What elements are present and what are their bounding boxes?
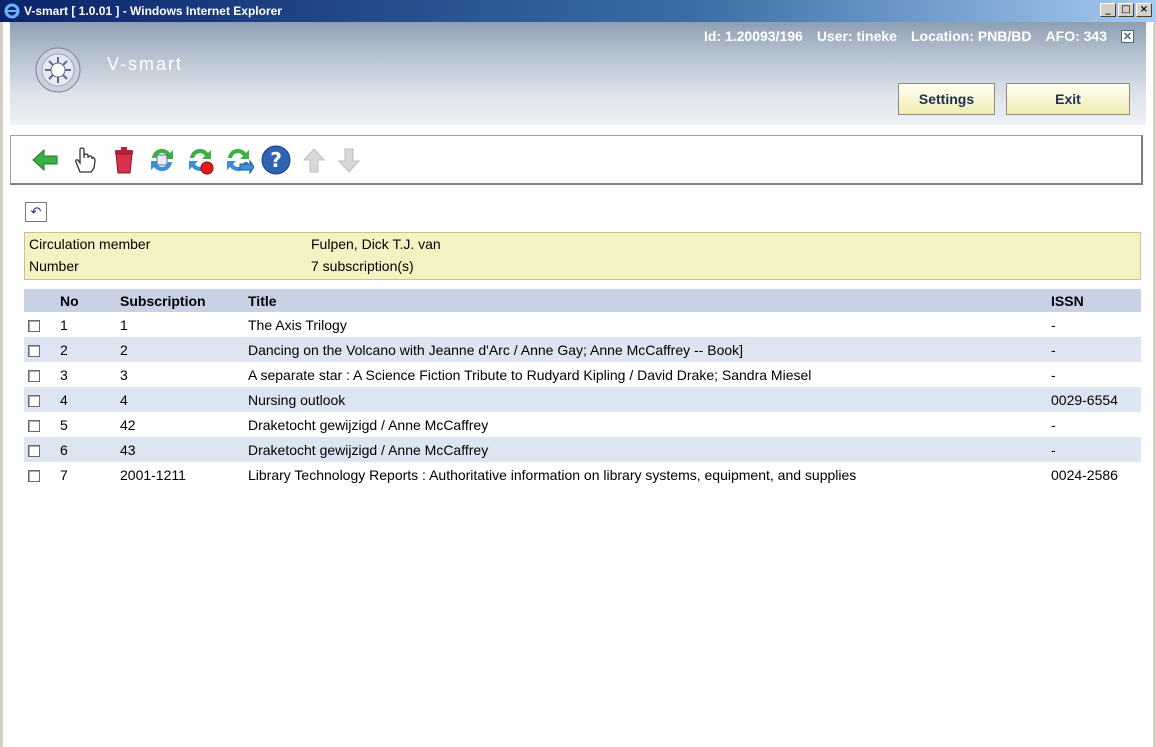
row-checkbox[interactable] bbox=[28, 344, 40, 357]
vsmart-logo-icon bbox=[35, 47, 81, 93]
close-afo-icon[interactable]: ✕ bbox=[1121, 29, 1134, 43]
app-header: V-smart Id: 1.20093/196 User: tineke Loc… bbox=[10, 22, 1146, 125]
user-name: User: tineke bbox=[816, 28, 897, 44]
table-row[interactable]: 5 42 Draketocht gewijzigd / Anne McCaffr… bbox=[24, 412, 1141, 437]
cell-title: The Axis Trilogy bbox=[248, 316, 347, 333]
minimize-button[interactable]: _ bbox=[1100, 3, 1116, 17]
ie-logo-icon bbox=[4, 3, 20, 19]
table-row[interactable]: 2 2 Dancing on the Volcano with Jeanne d… bbox=[24, 337, 1141, 362]
table-row[interactable]: 1 1 The Axis Trilogy - bbox=[24, 312, 1141, 337]
maximize-button[interactable]: □ bbox=[1118, 3, 1134, 17]
exit-button[interactable]: Exit bbox=[1006, 83, 1130, 115]
cell-subscription: 2001-1211 bbox=[120, 466, 186, 483]
select-hand-icon[interactable] bbox=[68, 144, 100, 176]
settings-button[interactable]: Settings bbox=[898, 83, 995, 115]
cell-title: A separate star : A Science Fiction Trib… bbox=[248, 366, 812, 383]
record-id: Id: 1.20093/196 bbox=[703, 28, 803, 44]
cell-no: 7 bbox=[60, 466, 68, 483]
header-no[interactable]: No bbox=[56, 289, 116, 312]
cell-issn: - bbox=[1051, 366, 1056, 383]
delete-bin-icon[interactable] bbox=[108, 144, 140, 176]
cell-no: 6 bbox=[56, 437, 116, 462]
help-icon[interactable]: ? bbox=[260, 144, 292, 176]
header-select bbox=[24, 289, 56, 312]
location: Location: PNB/BD bbox=[910, 28, 1032, 44]
member-label: Circulation member bbox=[29, 236, 151, 252]
back-arrow-icon[interactable] bbox=[29, 144, 61, 176]
svg-text:?: ? bbox=[270, 148, 282, 172]
row-checkbox[interactable] bbox=[28, 369, 40, 382]
cell-subscription: 42 bbox=[120, 416, 136, 433]
refresh-out-icon[interactable] bbox=[222, 144, 255, 176]
cell-title: Draketocht gewijzigd / Anne McCaffrey bbox=[244, 437, 1047, 462]
cell-no: 3 bbox=[60, 366, 68, 383]
close-window-button[interactable]: × bbox=[1136, 3, 1152, 17]
table-row[interactable]: 4 4 Nursing outlook 0029-6554 bbox=[24, 387, 1141, 412]
cell-subscription: 43 bbox=[116, 437, 244, 462]
cell-issn: - bbox=[1047, 437, 1141, 462]
cell-title: Draketocht gewijzigd / Anne McCaffrey bbox=[248, 416, 489, 433]
toolbar: ? bbox=[10, 135, 1143, 185]
refresh-in-icon[interactable] bbox=[146, 144, 178, 176]
refresh-stop-icon[interactable] bbox=[184, 144, 216, 176]
cell-issn: 0029-6554 bbox=[1047, 387, 1141, 412]
cell-subscription: 2 bbox=[116, 337, 244, 362]
cell-issn: - bbox=[1051, 316, 1056, 333]
brand-name: V-smart bbox=[107, 54, 184, 74]
table-header-row: No Subscription Title ISSN bbox=[24, 289, 1141, 312]
afo-number: AFO: 343 bbox=[1045, 28, 1107, 44]
undo-icon[interactable]: ↶ bbox=[25, 202, 47, 222]
cell-subscription: 3 bbox=[120, 366, 128, 383]
cell-issn: - bbox=[1051, 416, 1056, 433]
number-label: Number bbox=[29, 258, 79, 274]
arrow-down-icon[interactable] bbox=[333, 144, 365, 176]
cell-issn: 0024-2586 bbox=[1051, 466, 1118, 483]
arrow-up-icon[interactable] bbox=[298, 144, 330, 176]
table-row[interactable]: 6 43 Draketocht gewijzigd / Anne McCaffr… bbox=[24, 437, 1141, 462]
cell-no: 5 bbox=[60, 416, 68, 433]
cell-no: 1 bbox=[60, 316, 68, 333]
row-checkbox[interactable] bbox=[28, 394, 40, 407]
row-checkbox[interactable] bbox=[28, 444, 40, 457]
cell-title: Dancing on the Volcano with Jeanne d'Arc… bbox=[244, 337, 1047, 362]
session-info: Id: 1.20093/196 User: tineke Location: P… bbox=[704, 28, 1134, 44]
cell-subscription: 1 bbox=[120, 316, 128, 333]
cell-title: Library Technology Reports : Authoritati… bbox=[248, 466, 857, 483]
cell-title: Nursing outlook bbox=[244, 387, 1047, 412]
cell-subscription: 4 bbox=[116, 387, 244, 412]
cell-issn: - bbox=[1047, 337, 1141, 362]
table-row[interactable]: 7 2001-1211 Library Technology Reports :… bbox=[24, 462, 1141, 487]
member-info-panel: Circulation member Fulpen, Dick T.J. van… bbox=[24, 232, 1141, 280]
header-issn[interactable]: ISSN bbox=[1047, 289, 1141, 312]
header-title[interactable]: Title bbox=[244, 289, 1047, 312]
cell-no: 4 bbox=[56, 387, 116, 412]
number-value: 7 subscription(s) bbox=[311, 258, 414, 274]
row-checkbox[interactable] bbox=[28, 469, 40, 482]
cell-no: 2 bbox=[56, 337, 116, 362]
table-row[interactable]: 3 3 A separate star : A Science Fiction … bbox=[24, 362, 1141, 387]
window-titlebar: V-smart [ 1.0.01 ] - Windows Internet Ex… bbox=[0, 0, 1156, 22]
header-subscription[interactable]: Subscription bbox=[116, 289, 244, 312]
row-checkbox[interactable] bbox=[28, 319, 40, 332]
row-checkbox[interactable] bbox=[28, 419, 40, 432]
window-title: V-smart [ 1.0.01 ] - Windows Internet Ex… bbox=[24, 4, 282, 18]
subscriptions-table: No Subscription Title ISSN 1 1 The Axis … bbox=[24, 289, 1141, 487]
member-value: Fulpen, Dick T.J. van bbox=[311, 236, 441, 252]
